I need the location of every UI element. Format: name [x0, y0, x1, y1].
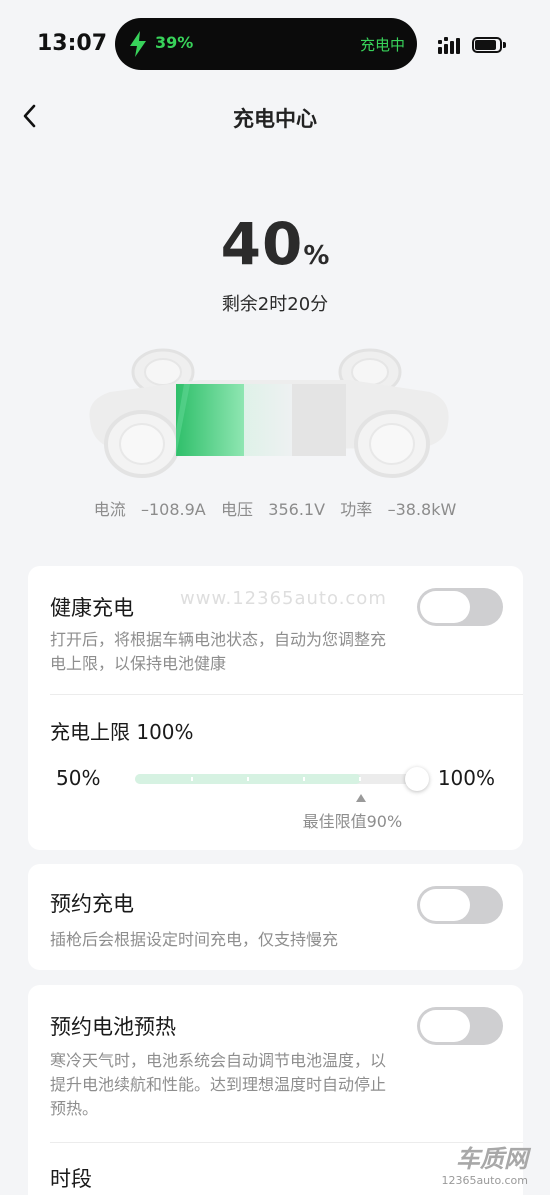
preheat-period-label[interactable]: 时段	[50, 1163, 92, 1193]
charging-stats: 电流 –108.9A 电压 356.1V 功率 –38.8kW	[0, 496, 550, 520]
soc-unit: %	[303, 241, 330, 271]
scheduled-charge-title: 预约充电	[50, 892, 134, 916]
remaining-time: 剩余2时20分	[221, 294, 329, 315]
scheduled-charge-desc: 插枪后会根据设定时间充电，仅支持慢充	[50, 930, 339, 949]
scheduled-charge-card: 预约充电 插枪后会根据设定时间充电，仅支持慢充	[28, 864, 523, 970]
healthy-charge-desc: 打开后，将根据车辆电池状态，自动为您调整充电上限，以保持电池健康	[50, 630, 387, 673]
preheat-title: 预约电池预热	[50, 1015, 176, 1039]
healthy-charge-toggle[interactable]	[417, 588, 503, 626]
power-value: –38.8kW	[387, 500, 457, 519]
best-limit-label: 最佳限值90%	[302, 812, 403, 831]
logo-sub: 12365auto.com	[441, 1174, 528, 1187]
power-label: 功率	[340, 500, 373, 519]
logo-main: 车质网	[456, 1145, 528, 1173]
lightning-bolt-icon	[130, 31, 146, 57]
slider-min-label: 50%	[56, 766, 101, 790]
slider-max-label: 100%	[437, 766, 495, 790]
preheat-desc: 寒冷天气时，电池系统会自动调节电池温度，以提升电池续航和性能。达到理想温度时自动…	[50, 1051, 387, 1118]
charge-limit-slider[interactable]	[135, 774, 417, 784]
slider-thumb[interactable]	[405, 767, 429, 791]
island-charging-status: 充电中	[359, 36, 405, 54]
dynamic-island-charging[interactable]: 39% 充电中	[115, 18, 417, 70]
soc-value: 40	[220, 210, 304, 278]
status-time: 13:07	[37, 31, 108, 56]
scheduled-charge-toggle[interactable]	[417, 886, 503, 924]
preheat-toggle[interactable]	[417, 1007, 503, 1045]
best-limit-marker	[355, 794, 366, 802]
signal-bars-icon	[438, 37, 460, 54]
divider	[50, 694, 523, 695]
current-label: 电流	[93, 500, 126, 519]
healthy-charge-title: 健康充电	[50, 596, 134, 620]
site-logo: 车质网 12365auto.com	[441, 1139, 528, 1187]
status-bar: 13:07 39% 充电中	[0, 0, 550, 90]
car-battery-illustration	[89, 348, 449, 478]
voltage-value: 356.1V	[268, 500, 326, 519]
current-value: –108.9A	[140, 500, 206, 519]
battery-soc: 40%	[0, 210, 550, 278]
battery-pack	[176, 384, 346, 456]
battery-icon	[472, 37, 506, 53]
voltage-label: 电压	[221, 500, 254, 519]
watermark: www.12365auto.com	[180, 588, 387, 609]
island-battery-percent: 39%	[155, 33, 194, 52]
charge-limit-label: 充电上限 100%	[50, 720, 194, 744]
page-title: 充电中心	[233, 107, 317, 131]
